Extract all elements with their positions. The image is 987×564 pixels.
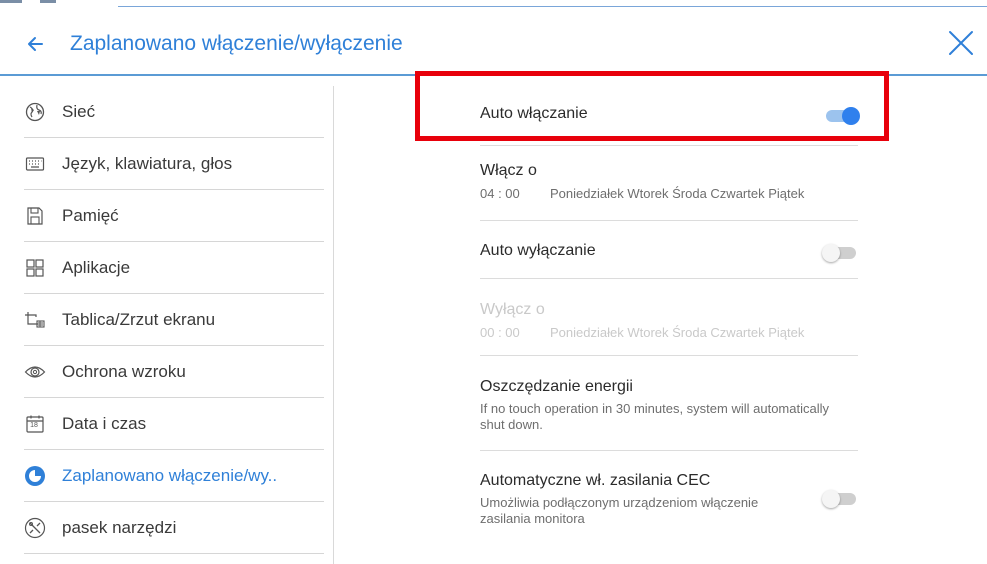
top-strip <box>0 0 987 8</box>
sidebar-item-label: Pamięć <box>62 205 119 225</box>
close-button[interactable] <box>944 26 978 60</box>
energy-saving-row[interactable]: Oszczędzanie energii If no touch operati… <box>480 356 858 451</box>
cec-power-row[interactable]: Automatyczne wł. zasilania CEC Umożliwia… <box>480 451 858 523</box>
sidebar-item-storage[interactable]: Pamięć <box>24 190 324 242</box>
cec-power-label: Automatyczne wł. zasilania CEC <box>480 472 711 489</box>
arrow-left-icon <box>28 37 43 51</box>
page-title: Zaplanowano włączenie/wyłączenie <box>70 32 403 55</box>
keyboard-icon <box>24 153 46 175</box>
apps-grid-icon <box>24 257 46 279</box>
calendar-icon: 18 <box>24 413 46 435</box>
top-strip-line <box>118 6 987 7</box>
sidebar-item-label: Ochrona wzroku <box>62 361 186 381</box>
cec-power-description: Umożliwia podłączonym urządzeniom włącze… <box>480 495 759 523</box>
sidebar-item-eye-care[interactable]: Ochrona wzroku <box>24 346 324 398</box>
storage-icon <box>24 205 46 227</box>
cec-power-toggle[interactable] <box>822 489 858 509</box>
calendar-day-text: 18 <box>30 421 38 429</box>
sidebar: Sieć Język, klawiatura, głos Pamięć Apli… <box>0 86 334 564</box>
auto-off-row[interactable]: Auto wyłączanie <box>480 221 858 279</box>
off-at-label: Wyłącz o <box>480 301 545 318</box>
sidebar-item-apps[interactable]: Aplikacje <box>24 242 324 294</box>
on-at-row[interactable]: Włącz o 04 : 00 Poniedziałek Wtorek Środ… <box>480 146 858 221</box>
energy-saving-label: Oszczędzanie energii <box>480 378 633 395</box>
sidebar-item-language[interactable]: Język, klawiatura, głos <box>24 138 324 190</box>
sidebar-item-date-time[interactable]: 18 Data i czas <box>24 398 324 450</box>
highlight-box <box>415 71 889 141</box>
on-at-days: Poniedziałek Wtorek Środa Czwartek Piąte… <box>550 186 805 201</box>
top-strip-segment <box>40 0 56 3</box>
sidebar-item-label: Język, klawiatura, głos <box>62 153 233 173</box>
header-bar: Zaplanowano włączenie/wyłączenie <box>0 8 987 76</box>
sidebar-item-label: Data i czas <box>62 413 147 433</box>
sidebar-item-network[interactable]: Sieć <box>24 86 324 138</box>
sidebar-item-whiteboard[interactable]: Tablica/Zrzut ekranu <box>24 294 324 346</box>
sidebar-item-toolbar[interactable]: pasek narzędzi <box>24 502 324 554</box>
auto-off-label: Auto wyłączanie <box>480 242 596 259</box>
eye-icon <box>24 361 46 383</box>
sidebar-item-scheduled-power[interactable]: Zaplanowano włączenie/wy.. <box>24 450 324 502</box>
screenshot-icon <box>24 309 46 331</box>
on-at-time: 04 : 00 <box>480 186 520 201</box>
globe-icon <box>24 101 46 123</box>
clock-icon <box>24 465 46 487</box>
off-at-days: Poniedziałek Wtorek Środa Czwartek Piąte… <box>550 325 805 340</box>
top-strip-segment <box>0 0 22 3</box>
off-at-time: 00 : 00 <box>480 325 520 340</box>
settings-panel: Auto włączanie Włącz o 04 : 00 Poniedzia… <box>335 76 987 564</box>
energy-saving-description: If no touch operation in 30 minutes, sys… <box>480 401 830 432</box>
close-icon <box>949 31 973 55</box>
sidebar-item-label: Zaplanowano włączenie/wy.. <box>62 465 278 485</box>
sidebar-item-label: Sieć <box>62 101 96 121</box>
sidebar-item-label: pasek narzędzi <box>62 517 177 537</box>
auto-off-toggle[interactable] <box>822 243 858 263</box>
sidebar-item-label: Tablica/Zrzut ekranu <box>62 309 216 329</box>
on-at-label: Włącz o <box>480 162 537 179</box>
sidebar-item-label: Aplikacje <box>62 257 131 277</box>
toggle-knob <box>822 490 840 508</box>
back-button[interactable] <box>22 30 50 58</box>
off-at-row: Wyłącz o 00 : 00 Poniedziałek Wtorek Śro… <box>480 279 858 356</box>
tools-icon <box>24 517 46 539</box>
toggle-knob <box>822 244 840 262</box>
